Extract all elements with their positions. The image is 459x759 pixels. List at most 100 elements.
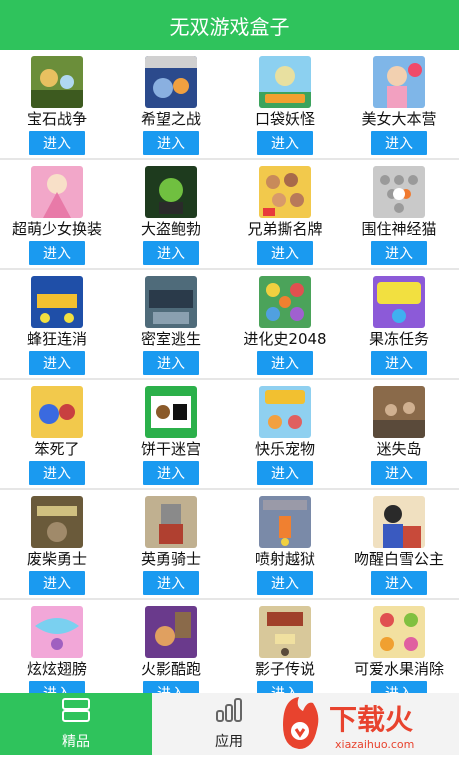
tab-label: 精品 xyxy=(62,734,90,750)
game-thumbnail[interactable] xyxy=(145,56,197,108)
enter-button[interactable]: 进入 xyxy=(143,681,199,693)
enter-button[interactable]: 进入 xyxy=(29,461,85,485)
game-card[interactable]: 喷射越狱 进入 xyxy=(228,490,342,598)
game-card[interactable]: 废柴勇士 进入 xyxy=(0,490,114,598)
game-thumbnail[interactable] xyxy=(373,496,425,548)
enter-button[interactable]: 进入 xyxy=(371,351,427,375)
game-thumbnail[interactable] xyxy=(373,606,425,658)
enter-button[interactable]: 进入 xyxy=(257,461,313,485)
game-thumbnail[interactable] xyxy=(31,386,83,438)
game-thumbnail[interactable] xyxy=(31,56,83,108)
game-thumbnail[interactable] xyxy=(259,606,311,658)
enter-button[interactable]: 进入 xyxy=(257,681,313,693)
game-thumbnail[interactable] xyxy=(145,606,197,658)
enter-button[interactable]: 进入 xyxy=(29,131,85,155)
game-name: 快乐宠物 xyxy=(254,440,315,458)
enter-button[interactable]: 进入 xyxy=(371,241,427,265)
enter-button[interactable]: 进入 xyxy=(257,131,313,155)
enter-button[interactable]: 进入 xyxy=(143,131,199,155)
game-card[interactable]: 希望之战 进入 xyxy=(114,50,228,158)
game-card[interactable]: 大盗鲍勃 进入 xyxy=(114,160,228,268)
game-row: 笨死了 进入 饼干迷宫 进入 快乐宠物 进入 迷失岛 进入 xyxy=(0,380,459,488)
bar-chart-icon xyxy=(214,697,244,727)
game-card[interactable]: 饼干迷宫 进入 xyxy=(114,380,228,488)
enter-button[interactable]: 进入 xyxy=(371,131,427,155)
watermark-domain: xiazaihuo.com xyxy=(335,738,414,751)
game-name: 喷射越狱 xyxy=(254,550,315,568)
game-thumbnail[interactable] xyxy=(145,386,197,438)
game-thumbnail[interactable] xyxy=(259,276,311,328)
game-card[interactable]: 火影酷跑 进入 xyxy=(114,600,228,693)
game-thumbnail[interactable] xyxy=(373,386,425,438)
game-name: 影子传说 xyxy=(254,660,315,678)
game-thumbnail[interactable] xyxy=(259,386,311,438)
game-thumbnail[interactable] xyxy=(31,496,83,548)
game-card[interactable]: 吻醒白雪公主 进入 xyxy=(342,490,456,598)
game-name: 蜂狂连消 xyxy=(26,330,87,348)
game-card[interactable]: 兄弟撕名牌 进入 xyxy=(228,160,342,268)
enter-button[interactable]: 进入 xyxy=(143,351,199,375)
game-thumbnail[interactable] xyxy=(31,276,83,328)
game-thumbnail[interactable] xyxy=(31,606,83,658)
game-name: 果冻任务 xyxy=(368,330,429,348)
game-card[interactable]: 密室逃生 进入 xyxy=(114,270,228,378)
game-name: 围住神经猫 xyxy=(361,220,437,238)
game-card[interactable]: 超萌少女换装 进入 xyxy=(0,160,114,268)
game-row: 炫炫翅膀 进入 火影酷跑 进入 影子传说 进入 可爱水果消除 进入 xyxy=(0,600,459,693)
game-card[interactable]: 围住神经猫 进入 xyxy=(342,160,456,268)
game-thumbnail[interactable] xyxy=(259,56,311,108)
enter-button[interactable]: 进入 xyxy=(143,241,199,265)
game-thumbnail[interactable] xyxy=(373,276,425,328)
enter-button[interactable]: 进入 xyxy=(257,241,313,265)
game-thumbnail[interactable] xyxy=(145,496,197,548)
game-card[interactable]: 蜂狂连消 进入 xyxy=(0,270,114,378)
enter-button[interactable]: 进入 xyxy=(371,571,427,595)
game-row: 宝石战争 进入 希望之战 进入 口袋妖怪 进入 美女大本营 进入 xyxy=(0,50,459,158)
game-card[interactable]: 进化史2048 进入 xyxy=(228,270,342,378)
game-card[interactable]: 可爱水果消除 进入 xyxy=(342,600,456,693)
game-thumbnail[interactable] xyxy=(259,496,311,548)
game-name: 希望之战 xyxy=(140,110,201,128)
game-card[interactable]: 笨死了 进入 xyxy=(0,380,114,488)
game-card[interactable]: 宝石战争 进入 xyxy=(0,50,114,158)
enter-button[interactable]: 进入 xyxy=(371,681,427,693)
game-row: 废柴勇士 进入 英勇骑士 进入 喷射越狱 进入 吻醒白雪公主 进入 xyxy=(0,490,459,598)
tab-featured[interactable]: 精品 xyxy=(0,693,152,755)
game-card[interactable]: 炫炫翅膀 进入 xyxy=(0,600,114,693)
game-name: 笨死了 xyxy=(34,440,80,458)
game-name: 可爱水果消除 xyxy=(353,660,444,678)
game-thumbnail[interactable] xyxy=(373,56,425,108)
game-card[interactable]: 影子传说 进入 xyxy=(228,600,342,693)
game-name: 大盗鲍勃 xyxy=(140,220,201,238)
game-thumbnail[interactable] xyxy=(373,166,425,218)
game-name: 进化史2048 xyxy=(243,330,327,348)
enter-button[interactable]: 进入 xyxy=(257,571,313,595)
game-card[interactable]: 快乐宠物 进入 xyxy=(228,380,342,488)
game-card[interactable]: 果冻任务 进入 xyxy=(342,270,456,378)
game-thumbnail[interactable] xyxy=(145,166,197,218)
enter-button[interactable]: 进入 xyxy=(143,461,199,485)
enter-button[interactable]: 进入 xyxy=(29,351,85,375)
site-watermark: 下载火 xiazaihuo.com xyxy=(273,693,459,755)
enter-button[interactable]: 进入 xyxy=(29,241,85,265)
game-name: 超萌少女换装 xyxy=(11,220,102,238)
enter-button[interactable]: 进入 xyxy=(371,461,427,485)
enter-button[interactable]: 进入 xyxy=(29,681,85,693)
enter-button[interactable]: 进入 xyxy=(257,351,313,375)
game-name: 兄弟撕名牌 xyxy=(247,220,323,238)
watermark-text: 下载火 xyxy=(329,703,413,736)
game-card[interactable]: 口袋妖怪 进入 xyxy=(228,50,342,158)
game-card[interactable]: 迷失岛 进入 xyxy=(342,380,456,488)
game-thumbnail[interactable] xyxy=(145,276,197,328)
game-card[interactable]: 英勇骑士 进入 xyxy=(114,490,228,598)
game-thumbnail[interactable] xyxy=(31,166,83,218)
game-name: 饼干迷宫 xyxy=(140,440,201,458)
enter-button[interactable]: 进入 xyxy=(29,571,85,595)
enter-button[interactable]: 进入 xyxy=(143,571,199,595)
game-card[interactable]: 美女大本营 进入 xyxy=(342,50,456,158)
game-thumbnail[interactable] xyxy=(259,166,311,218)
game-row: 超萌少女换装 进入 大盗鲍勃 进入 兄弟撕名牌 进入 围住神经猫 进入 xyxy=(0,160,459,268)
game-name: 吻醒白雪公主 xyxy=(353,550,444,568)
game-name: 炫炫翅膀 xyxy=(26,660,87,678)
app-header: 无双游戏盒子 xyxy=(0,0,459,50)
